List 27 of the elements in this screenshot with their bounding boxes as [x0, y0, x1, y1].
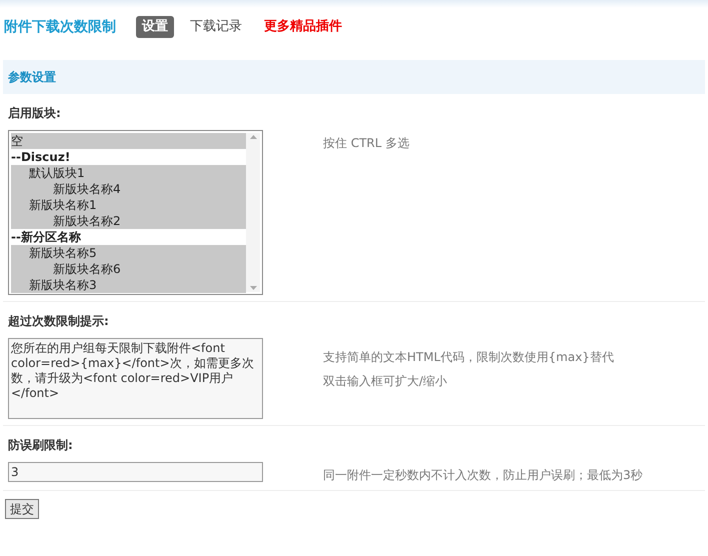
scroll-down-icon[interactable] — [250, 286, 256, 290]
list-option[interactable]: 空 — [11, 133, 246, 149]
submit-button[interactable]: 提交 — [5, 499, 39, 519]
scrollbar[interactable] — [246, 133, 260, 292]
section-title: 参数设置 — [8, 69, 56, 86]
forum-listbox[interactable]: 空 --Discuz! 默认版块1 新版块名称4 新版块名称1 新版块名称2 --新分区名称 新版块名称5 新版块名称6 新版块名称3 — [8, 130, 263, 295]
field-label: 防误刷限制: — [8, 438, 73, 452]
tab[interactable]: 下载记录 — [184, 16, 248, 38]
field-tip: 按住 CTRL 多选 — [323, 135, 410, 152]
list-option[interactable]: 新版块名称6 — [11, 261, 246, 277]
list-option[interactable]: 新版块名称3 — [11, 277, 246, 293]
scroll-up-icon[interactable] — [250, 135, 256, 139]
message-textarea[interactable]: 您所在的用户组每天限制下载附件<font color=red>{max}</font>次，如需更多次数，请升级为<font color=red>VIP用户</font> — [8, 338, 263, 419]
field-label: 超过次数限制提示: — [8, 314, 109, 328]
promo-link[interactable]: 更多精品插件 — [258, 16, 348, 38]
list-option[interactable]: 新版块名称5 — [11, 245, 246, 261]
field-label: 启用版块: — [8, 106, 61, 120]
field-tip: 同一附件一定秒数内不计入次数，防止用户误刷；最低为3秒 — [323, 467, 643, 484]
list-option[interactable]: 新版块名称4 — [11, 181, 246, 197]
input-field[interactable]: 3 — [8, 462, 263, 482]
list-option[interactable]: 默认版块1 — [11, 165, 246, 181]
list-option[interactable]: 新版块名称1 — [11, 197, 246, 213]
field-tip: 双击输入框可扩大/缩小 — [323, 373, 448, 390]
page-title: 附件下载次数限制 — [4, 18, 116, 36]
field-tip: 支持简单的文本HTML代码，限制次数使用{max}替代 — [323, 349, 614, 366]
tab[interactable]: 设置 — [136, 16, 174, 38]
list-option[interactable]: 新版块名称2 — [11, 213, 246, 229]
